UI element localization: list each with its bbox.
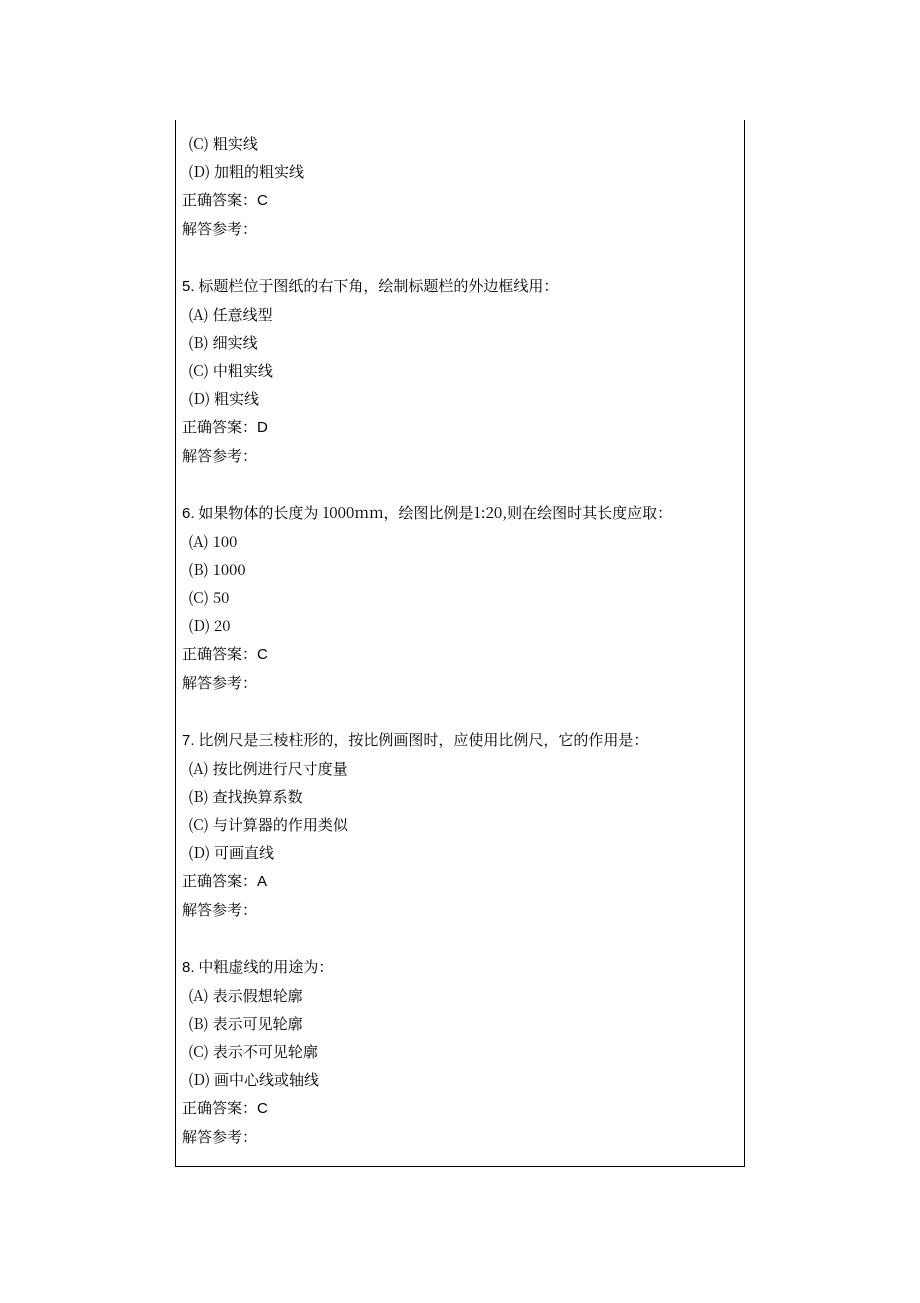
q7-answer-value: A bbox=[257, 873, 267, 890]
q7-correct-answer: 正确答案：A bbox=[182, 870, 738, 892]
q8-option-d: (D) 画中心线或轴线 bbox=[188, 1069, 738, 1090]
exam-container: (C) 粗实线 (D) 加粗的粗实线 正确答案：C 解答参考： 5. 标题栏位于… bbox=[175, 120, 745, 1167]
q7-option-c: (C) 与计算器的作用类似 bbox=[188, 814, 738, 835]
q5-option-b: (B) 细实线 bbox=[188, 332, 738, 353]
q7-number: 7. bbox=[182, 732, 195, 749]
answer-label: 正确答案： bbox=[182, 870, 257, 891]
answer-label: 正确答案： bbox=[182, 416, 257, 437]
spacer bbox=[182, 927, 738, 949]
q6-option-b: (B) 1000 bbox=[188, 559, 738, 580]
q5-correct-answer: 正确答案：D bbox=[182, 416, 738, 438]
q4-option-c: (C) 粗实线 bbox=[188, 133, 738, 154]
q7-text: 比例尺是三棱柱形的，按比例画图时，应使用比例尺，它的作用是： bbox=[198, 729, 648, 750]
q8-option-c: (C) 表示不可见轮廓 bbox=[188, 1041, 738, 1062]
q6-correct-answer: 正确答案：C bbox=[182, 643, 738, 665]
q7-option-d: (D) 可画直线 bbox=[188, 842, 738, 863]
q6-stem: 6. 如果物体的长度为 1000mm，绘图比例是1:20,则在绘图时其长度应取： bbox=[182, 502, 738, 524]
q7-option-b: (B) 查找换算系数 bbox=[188, 786, 738, 807]
q7-stem: 7. 比例尺是三棱柱形的，按比例画图时，应使用比例尺，它的作用是： bbox=[182, 729, 738, 751]
q8-text: 中粗虚线的用途为： bbox=[198, 956, 333, 977]
q7-option-a: (A) 按比例进行尺寸度量 bbox=[188, 758, 738, 779]
q5-stem: 5. 标题栏位于图纸的右下角，绘制标题栏的外边框线用： bbox=[182, 275, 738, 297]
q4-option-d: (D) 加粗的粗实线 bbox=[188, 161, 738, 182]
document-page: (C) 粗实线 (D) 加粗的粗实线 正确答案：C 解答参考： 5. 标题栏位于… bbox=[0, 0, 920, 1303]
q8-stem: 8. 中粗虚线的用途为： bbox=[182, 956, 738, 978]
q4-answer-value: C bbox=[257, 192, 268, 209]
q6-explanation: 解答参考： bbox=[182, 672, 738, 693]
q8-number: 8. bbox=[182, 959, 195, 976]
q5-number: 5. bbox=[182, 278, 195, 295]
q8-option-b: (B) 表示可见轮廓 bbox=[188, 1013, 738, 1034]
q8-explanation: 解答参考： bbox=[182, 1126, 738, 1147]
q5-option-d: (D) 粗实线 bbox=[188, 388, 738, 409]
answer-label: 正确答案： bbox=[182, 1097, 257, 1118]
q6-option-d: (D) 20 bbox=[188, 615, 738, 636]
q6-answer-value: C bbox=[257, 646, 268, 663]
q5-text: 标题栏位于图纸的右下角，绘制标题栏的外边框线用： bbox=[198, 275, 558, 296]
q4-explanation: 解答参考： bbox=[182, 218, 738, 239]
q5-option-c: (C) 中粗实线 bbox=[188, 360, 738, 381]
q6-option-c: (C) 50 bbox=[188, 587, 738, 608]
q8-correct-answer: 正确答案：C bbox=[182, 1097, 738, 1119]
q5-option-a: (A) 任意线型 bbox=[188, 304, 738, 325]
q8-answer-value: C bbox=[257, 1100, 268, 1117]
spacer bbox=[182, 246, 738, 268]
spacer bbox=[182, 473, 738, 495]
answer-label: 正确答案： bbox=[182, 189, 257, 210]
q6-number: 6. bbox=[182, 505, 195, 522]
q5-explanation: 解答参考： bbox=[182, 445, 738, 466]
q4-correct-answer: 正确答案：C bbox=[182, 189, 738, 211]
answer-label: 正确答案： bbox=[182, 643, 257, 664]
q8-option-a: (A) 表示假想轮廓 bbox=[188, 985, 738, 1006]
q5-answer-value: D bbox=[257, 419, 268, 436]
q6-option-a: (A) 100 bbox=[188, 531, 738, 552]
q6-text: 如果物体的长度为 1000mm，绘图比例是1:20,则在绘图时其长度应取： bbox=[198, 502, 672, 523]
spacer bbox=[182, 700, 738, 722]
q7-explanation: 解答参考： bbox=[182, 899, 738, 920]
